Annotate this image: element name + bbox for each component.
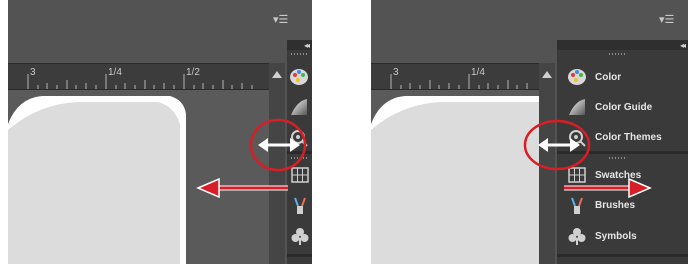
annotation-overlay (196, 118, 652, 199)
drag-left-arrow-icon (196, 177, 288, 199)
drag-right-arrow-icon (564, 177, 652, 199)
resize-double-arrow-icon (538, 138, 580, 152)
resize-double-arrow-icon (258, 138, 300, 152)
